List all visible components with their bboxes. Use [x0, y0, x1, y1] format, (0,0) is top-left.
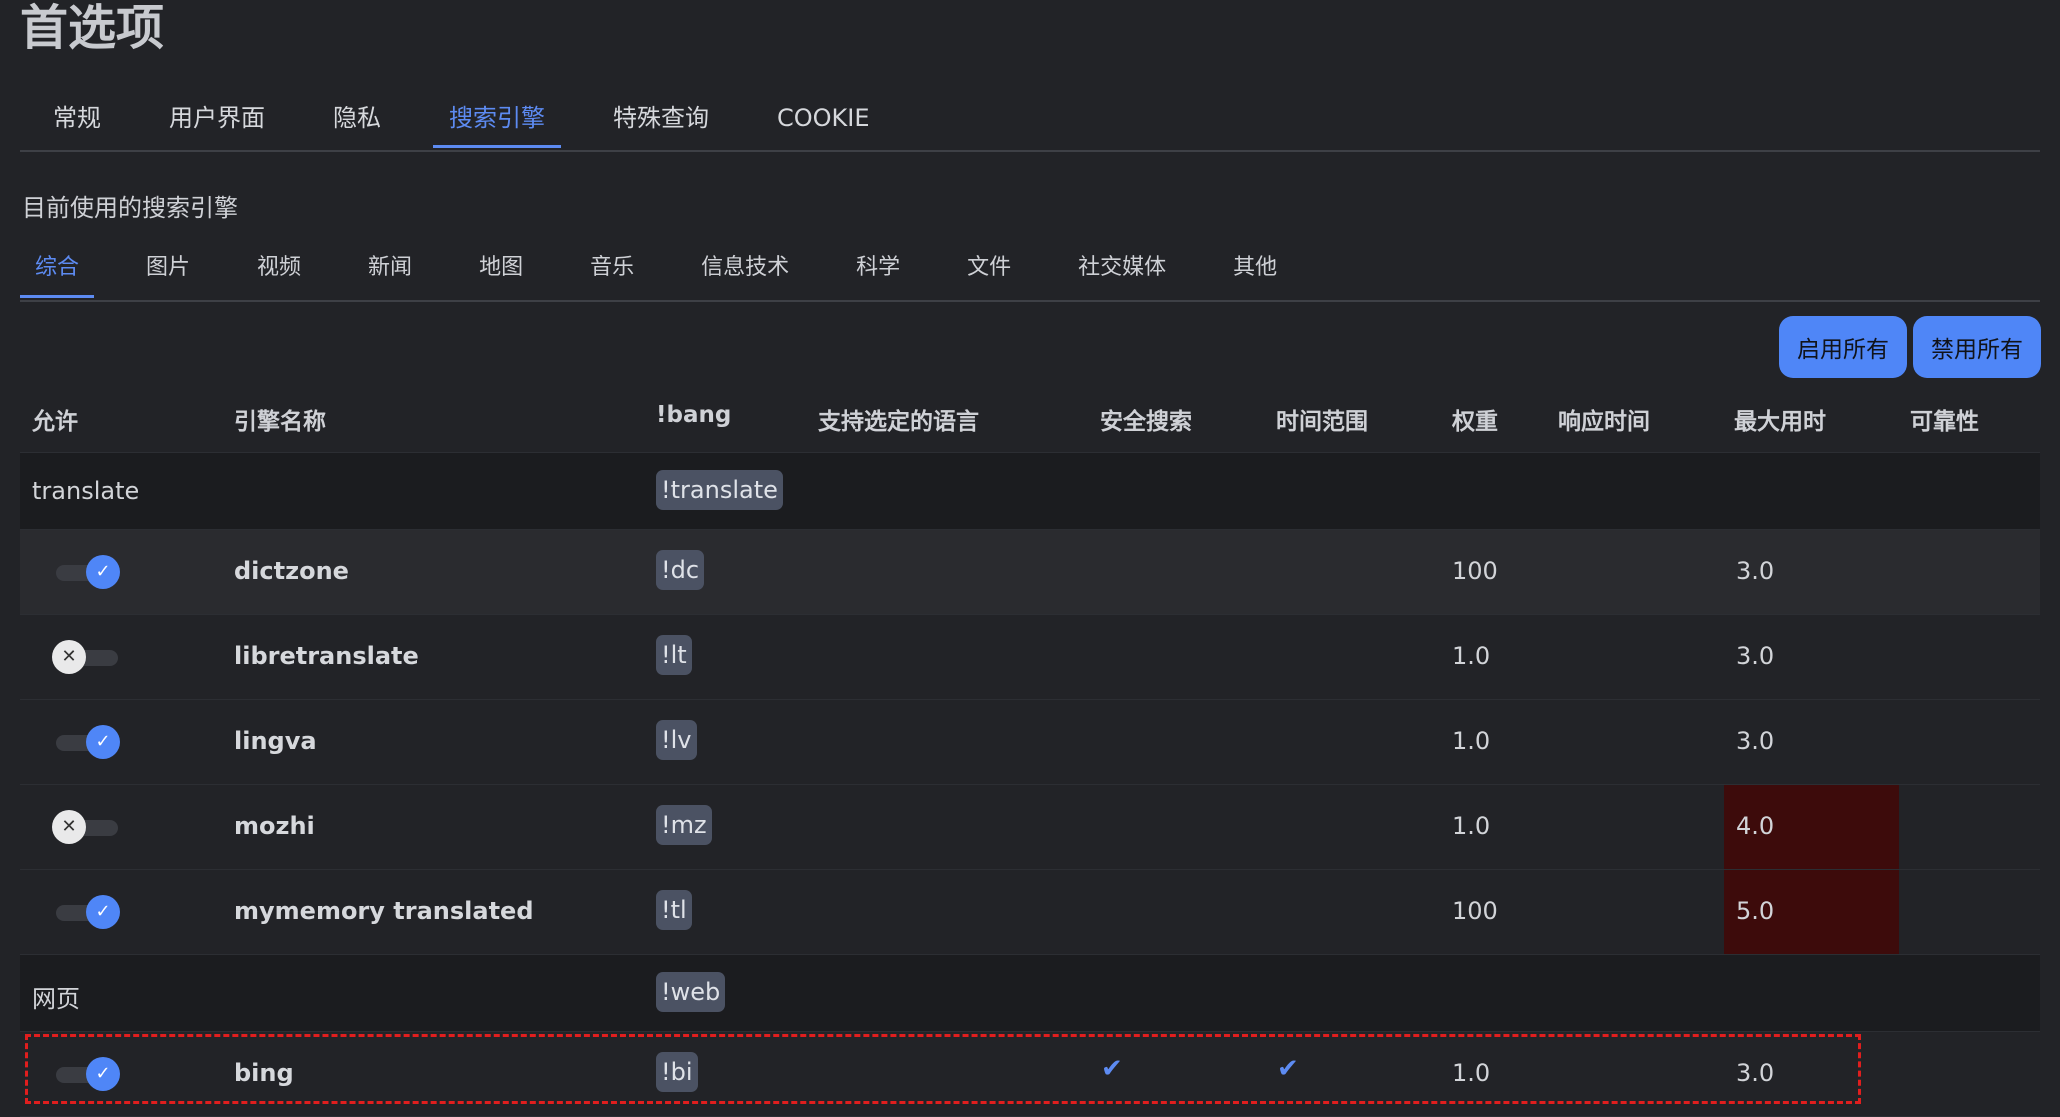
- tab-search-engines[interactable]: 搜索引擎: [433, 90, 561, 148]
- engine-weight: 1.0: [1452, 812, 1491, 840]
- category-tab-science[interactable]: 科学: [841, 246, 915, 298]
- engine-max-time: 3.0: [1736, 557, 1775, 585]
- category-tab-maps[interactable]: 地图: [464, 246, 538, 298]
- engine-toggle[interactable]: ✕: [52, 810, 118, 844]
- engine-weight: 100: [1452, 557, 1498, 585]
- category-tabs: 综合 图片 视频 新闻 地图 音乐 信息技术 科学 文件 社交媒体 其他: [20, 246, 2040, 302]
- check-icon: ✓: [86, 895, 120, 929]
- preferences-tabs: 常规 用户界面 隐私 搜索引擎 特殊查询 COOKIE: [20, 90, 2040, 152]
- category-tab-files[interactable]: 文件: [952, 246, 1026, 298]
- group-bang: !translate: [656, 470, 783, 510]
- engine-bang: !bi: [656, 1052, 698, 1092]
- engine-toggle[interactable]: ✓: [56, 725, 120, 759]
- header-weight: 权重: [1452, 409, 1498, 435]
- group-name: translate: [32, 477, 140, 505]
- time-range-check-icon: ✔: [1277, 1054, 1299, 1084]
- engine-bang: !tl: [656, 890, 692, 930]
- engine-bang: !dc: [656, 550, 705, 590]
- table-row: ✓ dictzone !dc 100 3.0: [20, 530, 2040, 615]
- engine-weight: 1.0: [1452, 1059, 1491, 1087]
- tab-special-queries[interactable]: 特殊查询: [597, 90, 725, 148]
- table-row: ✓ bing !bi ✔ ✔ 1.0 3.0: [20, 1032, 2040, 1117]
- engine-name: libretranslate: [234, 642, 419, 670]
- category-tab-general[interactable]: 综合: [20, 246, 95, 298]
- group-name: 网页: [32, 985, 80, 1013]
- engine-name: lingva: [234, 727, 317, 755]
- group-bang: !web: [656, 972, 726, 1012]
- category-tab-videos[interactable]: 视频: [242, 246, 316, 298]
- check-icon: ✓: [86, 555, 120, 589]
- engine-toggle[interactable]: ✓: [56, 1057, 120, 1091]
- engine-max-time: 5.0: [1736, 897, 1775, 925]
- table-row: ✕ mozhi !mz 1.0 4.0: [20, 785, 2040, 870]
- engine-weight: 1.0: [1452, 642, 1491, 670]
- table-row: ✕ libretranslate !lt 1.0 3.0: [20, 615, 2040, 700]
- check-icon: ✓: [86, 1057, 120, 1091]
- engine-weight: 1.0: [1452, 727, 1491, 755]
- category-tab-music[interactable]: 音乐: [575, 246, 649, 298]
- engine-toggle[interactable]: ✓: [56, 895, 120, 929]
- engine-bang: !lt: [656, 635, 692, 675]
- category-tab-social-media[interactable]: 社交媒体: [1063, 246, 1181, 298]
- engines-table: 允许 引擎名称 !bang 支持选定的语言 安全搜索 时间范围 权重 响应时间 …: [20, 386, 2040, 1117]
- safe-search-check-icon: ✔: [1101, 1054, 1123, 1084]
- table-header: 允许 引擎名称 !bang 支持选定的语言 安全搜索 时间范围 权重 响应时间 …: [20, 386, 2040, 453]
- header-response-time: 响应时间: [1558, 409, 1650, 435]
- tab-cookies[interactable]: COOKIE: [761, 90, 886, 148]
- category-tab-news[interactable]: 新闻: [353, 246, 427, 298]
- category-tab-other[interactable]: 其他: [1218, 246, 1292, 298]
- page-title: 首选项: [20, 0, 165, 56]
- engine-bang: !mz: [656, 805, 712, 845]
- engine-toggle[interactable]: ✓: [56, 555, 120, 589]
- header-safe-search: 安全搜索: [1100, 409, 1192, 435]
- enable-all-button[interactable]: 启用所有: [1779, 316, 1907, 378]
- category-tab-it[interactable]: 信息技术: [686, 246, 804, 298]
- check-icon: ✓: [86, 725, 120, 759]
- engine-weight: 100: [1452, 897, 1498, 925]
- category-tab-images[interactable]: 图片: [131, 246, 205, 298]
- engine-name: mymemory translated: [234, 897, 534, 925]
- header-engine-name: 引擎名称: [234, 409, 326, 435]
- group-row: 网页 !web: [20, 955, 2040, 1032]
- section-label: 目前使用的搜索引擎: [22, 194, 238, 222]
- tab-user-interface[interactable]: 用户界面: [153, 90, 281, 148]
- table-row: ✓ lingva !lv 1.0 3.0: [20, 700, 2040, 785]
- engine-name: mozhi: [234, 812, 315, 840]
- x-icon: ✕: [52, 810, 86, 844]
- table-row: ✓ mymemory translated !tl 100 5.0: [20, 870, 2040, 955]
- header-max-time: 最大用时: [1734, 409, 1826, 435]
- header-reliability: 可靠性: [1910, 409, 1979, 435]
- engine-name: dictzone: [234, 557, 349, 585]
- header-time-range: 时间范围: [1276, 409, 1368, 435]
- header-languages: 支持选定的语言: [818, 409, 979, 435]
- engine-max-time: 4.0: [1736, 812, 1775, 840]
- engine-name: bing: [234, 1059, 294, 1087]
- engine-max-time: 3.0: [1736, 1059, 1775, 1087]
- group-row: translate !translate: [20, 453, 2040, 530]
- engine-bang: !lv: [656, 720, 697, 760]
- x-icon: ✕: [52, 640, 86, 674]
- header-bang: !bang: [656, 402, 732, 428]
- disable-all-button[interactable]: 禁用所有: [1913, 316, 2041, 378]
- engine-max-time: 3.0: [1736, 642, 1775, 670]
- header-allow: 允许: [32, 409, 78, 435]
- tab-privacy[interactable]: 隐私: [317, 90, 397, 148]
- engine-toggle[interactable]: ✕: [52, 640, 118, 674]
- engine-max-time: 3.0: [1736, 727, 1775, 755]
- tab-general[interactable]: 常规: [37, 90, 117, 148]
